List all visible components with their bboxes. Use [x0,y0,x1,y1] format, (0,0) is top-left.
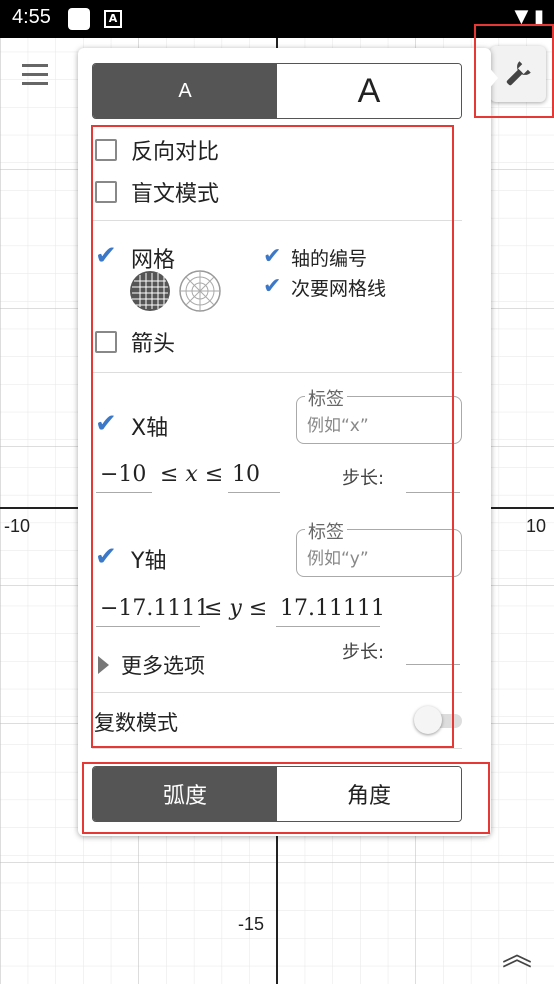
divider [92,748,462,749]
highlight-box [82,762,490,834]
status-bar: 4:55 A ▼ ▮ [0,0,554,38]
x-axis-neg-label: -10 [4,516,31,536]
x-axis-pos-label: 10 [526,516,547,536]
y-axis-neg-label: -15 [238,914,265,934]
highlight-box [91,125,454,748]
font-small-option[interactable]: A [93,64,277,118]
status-time: 4:55 [12,6,51,28]
double-chevron-up-icon[interactable]: ︽ [502,930,532,974]
font-large-option[interactable]: A [277,64,461,118]
font-size-toggle[interactable]: A A [92,63,462,119]
accessibility-notification-icon: A [104,10,122,28]
highlight-box [474,24,554,118]
hamburger-menu-icon[interactable] [22,64,48,86]
notification-icon [68,8,90,30]
